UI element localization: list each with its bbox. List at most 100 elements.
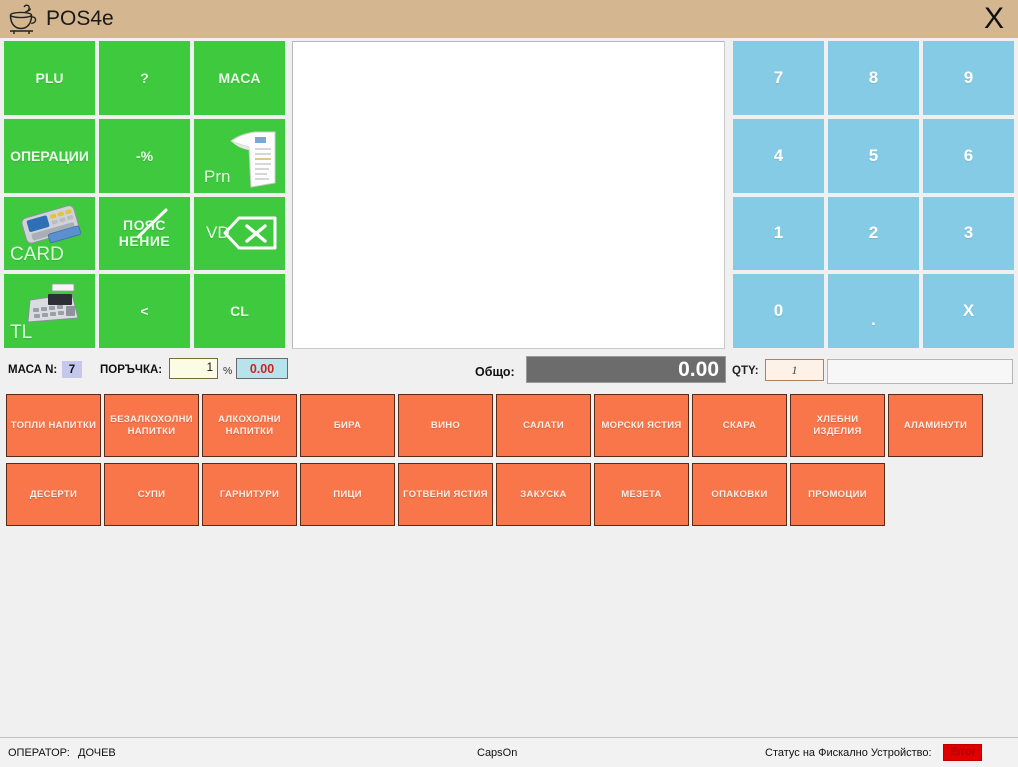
category-button-grill[interactable]: СКАРА [692, 394, 787, 457]
category-label: АЛКОХОЛНИ НАПИТКИ [218, 413, 281, 437]
category-label: ОПАКОВКИ [711, 488, 768, 500]
function-key-label: TL [10, 322, 33, 344]
function-key-backspace[interactable]: < [99, 274, 190, 348]
quantity-label: QTY: [732, 365, 759, 377]
order-input[interactable]: 1 [169, 358, 218, 379]
category-button-side-dishes[interactable]: ГАРНИТУРИ [202, 463, 297, 526]
category-button-soft-drinks[interactable]: БЕЗАЛКОХОЛНИ НАПИТКИ [104, 394, 199, 457]
category-label: ПРОМОЦИИ [808, 488, 867, 500]
info-bar: МАСА N: 7 ПОРЪЧКА: 1 % 0.00 Общо: 0.00 Q… [0, 356, 1018, 390]
category-label: СУПИ [137, 488, 166, 500]
close-icon[interactable]: X [978, 2, 1010, 36]
category-row-2: ДЕСЕРТИ СУПИ ГАРНИТУРИ ПИЦИ ГОТВЕНИ ЯСТИ… [6, 463, 885, 526]
total-label: Общо: [475, 365, 515, 379]
pos-application-window: POS4e X PLU ? MACA ОПЕРАЦИИ -% Prn CARD … [0, 0, 1018, 767]
function-key-discount[interactable]: -% [99, 118, 190, 193]
function-key-explanation[interactable]: ПОЯС НЕНИЕ [99, 196, 190, 271]
function-key-label: ? [140, 69, 149, 86]
function-key-print[interactable]: Prn [194, 118, 285, 193]
total-amount-display: 0.00 [526, 356, 726, 383]
category-label: ВИНО [430, 419, 461, 431]
category-button-desserts[interactable]: ДЕСЕРТИ [6, 463, 101, 526]
category-button-salads[interactable]: САЛАТИ [496, 394, 591, 457]
category-button-a-la-minute[interactable]: АЛАМИНУТИ [888, 394, 983, 457]
numkey-decimal[interactable]: . [828, 274, 919, 348]
numkey-label: 2 [868, 223, 879, 243]
numkey-7[interactable]: 7 [733, 41, 824, 115]
numkey-label: . [871, 310, 876, 329]
category-button-cooked-dishes[interactable]: ГОТВЕНИ ЯСТИЯ [398, 463, 493, 526]
function-key-maca[interactable]: MACA [194, 41, 285, 115]
discount-percent-value[interactable]: 0.00 [236, 358, 288, 379]
numkey-label: X [962, 301, 975, 321]
category-label: ПИЦИ [333, 488, 362, 500]
category-button-appetizers[interactable]: МЕЗЕТА [594, 463, 689, 526]
category-button-beer[interactable]: БИРА [300, 394, 395, 457]
numkey-5[interactable]: 5 [828, 118, 919, 193]
window-title: POS4e [46, 7, 114, 30]
numkey-0[interactable]: 0 [733, 274, 824, 348]
category-label: ДЕСЕРТИ [29, 488, 78, 500]
function-key-void[interactable]: VD [194, 196, 285, 271]
category-label: БИРА [333, 419, 362, 431]
function-key-clear[interactable]: CL [194, 274, 285, 348]
numkey-label: 8 [868, 67, 879, 87]
void-x-icon [223, 215, 279, 251]
numkey-9[interactable]: 9 [923, 41, 1014, 115]
numkey-8[interactable]: 8 [828, 41, 919, 115]
function-key-operations[interactable]: ОПЕРАЦИИ [4, 118, 95, 193]
category-label: АЛАМИНУТИ [903, 419, 968, 431]
table-number-label: МАСА N: [8, 364, 58, 376]
percent-sign-label: % [223, 365, 233, 377]
function-key-total[interactable]: TL [4, 274, 95, 348]
table-number-value[interactable]: 7 [62, 361, 82, 378]
numkey-4[interactable]: 4 [733, 118, 824, 193]
category-button-breakfast[interactable]: ЗАКУСКА [496, 463, 591, 526]
numkey-multiply[interactable]: X [923, 274, 1014, 348]
numkey-label: 9 [963, 67, 974, 87]
function-key-label: MACA [218, 69, 261, 86]
category-button-hot-drinks[interactable]: ТОПЛИ НАПИТКИ [6, 394, 101, 457]
function-key-label: Prn [204, 166, 231, 186]
function-key-card[interactable]: CARD [4, 196, 95, 271]
status-badge: Error [943, 744, 983, 761]
function-key-label: CL [230, 303, 249, 320]
order-item-display[interactable] [292, 41, 725, 349]
function-key-label: VD [206, 223, 230, 243]
search-input[interactable] [827, 359, 1013, 384]
category-label: СКАРА [722, 419, 757, 431]
numkey-2[interactable]: 2 [828, 196, 919, 271]
function-key-help[interactable]: ? [99, 41, 190, 115]
function-key-label: PLU [35, 69, 64, 86]
quantity-input[interactable]: 1 [765, 359, 824, 381]
category-label: ТОПЛИ НАПИТКИ [10, 419, 97, 431]
category-button-promotions[interactable]: ПРОМОЦИИ [790, 463, 885, 526]
category-button-packaging[interactable]: ОПАКОВКИ [692, 463, 787, 526]
category-button-pizza[interactable]: ПИЦИ [300, 463, 395, 526]
category-button-soups[interactable]: СУПИ [104, 463, 199, 526]
function-key-plu[interactable]: PLU [4, 41, 95, 115]
category-label: МОРСКИ ЯСТИЯ [601, 419, 682, 431]
numkey-label: 6 [963, 145, 974, 165]
numkey-1[interactable]: 1 [733, 196, 824, 271]
numkey-label: 1 [773, 223, 784, 243]
category-label: ГОТВЕНИ ЯСТИЯ [403, 488, 488, 500]
category-label: ГАРНИТУРИ [219, 488, 280, 500]
category-label: ЗАКУСКА [520, 488, 567, 500]
category-label: БЕЗАЛКОХОЛНИ НАПИТКИ [110, 413, 193, 437]
order-label: ПОРЪЧКА: [100, 364, 163, 376]
receipt-icon [225, 125, 281, 189]
numkey-6[interactable]: 6 [923, 118, 1014, 193]
category-label: МЕЗЕТА [621, 488, 662, 500]
category-button-wine[interactable]: ВИНО [398, 394, 493, 457]
category-button-bakery[interactable]: ХЛЕБНИ ИЗДЕЛИЯ [790, 394, 885, 457]
coffee-cup-icon [6, 2, 40, 36]
status-bar: ОПЕРАТОР: ДОЧЕВ CapsOn Статус на Фискалн… [0, 737, 1018, 767]
category-button-alcoholic-drinks[interactable]: АЛКОХОЛНИ НАПИТКИ [202, 394, 297, 457]
function-keypad: PLU ? MACA ОПЕРАЦИИ -% Prn CARD ПОЯС НЕН… [4, 41, 285, 348]
category-button-seafood[interactable]: МОРСКИ ЯСТИЯ [594, 394, 689, 457]
numkey-3[interactable]: 3 [923, 196, 1014, 271]
category-row-1: ТОПЛИ НАПИТКИ БЕЗАЛКОХОЛНИ НАПИТКИ АЛКОХ… [6, 394, 983, 457]
function-key-label: -% [135, 147, 154, 164]
numkey-label: 7 [773, 67, 784, 87]
